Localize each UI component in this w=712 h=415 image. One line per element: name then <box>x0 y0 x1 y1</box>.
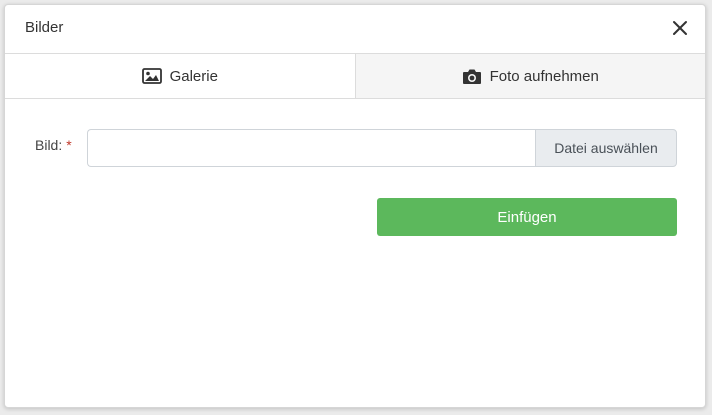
image-field-label: Bild: * <box>35 137 72 153</box>
dialog-header: Bilder <box>5 5 705 53</box>
insert-button[interactable]: Einfügen <box>377 198 677 236</box>
close-button[interactable] <box>669 17 691 39</box>
choose-file-button[interactable]: Datei auswählen <box>535 129 677 167</box>
image-field-label-text: Bild: <box>35 137 63 153</box>
tab-gallery-label: Galerie <box>169 67 218 85</box>
tab-take-photo-label: Foto aufnehmen <box>489 67 599 85</box>
close-icon <box>673 21 687 35</box>
image-field-row: Bild: * Datei auswählen <box>5 129 705 167</box>
tab-bar: Galerie Foto aufnehmen <box>5 53 705 99</box>
required-marker: * <box>66 137 72 153</box>
image-icon <box>141 67 162 85</box>
tab-take-photo[interactable]: Foto aufnehmen <box>355 54 705 98</box>
dialog-title: Bilder <box>25 19 64 36</box>
camera-icon <box>462 67 482 85</box>
file-path-input[interactable] <box>87 129 535 167</box>
images-dialog: Bilder Galerie Foto aufnehmen Bild: * Da… <box>4 4 706 408</box>
tab-gallery[interactable]: Galerie <box>5 54 356 98</box>
